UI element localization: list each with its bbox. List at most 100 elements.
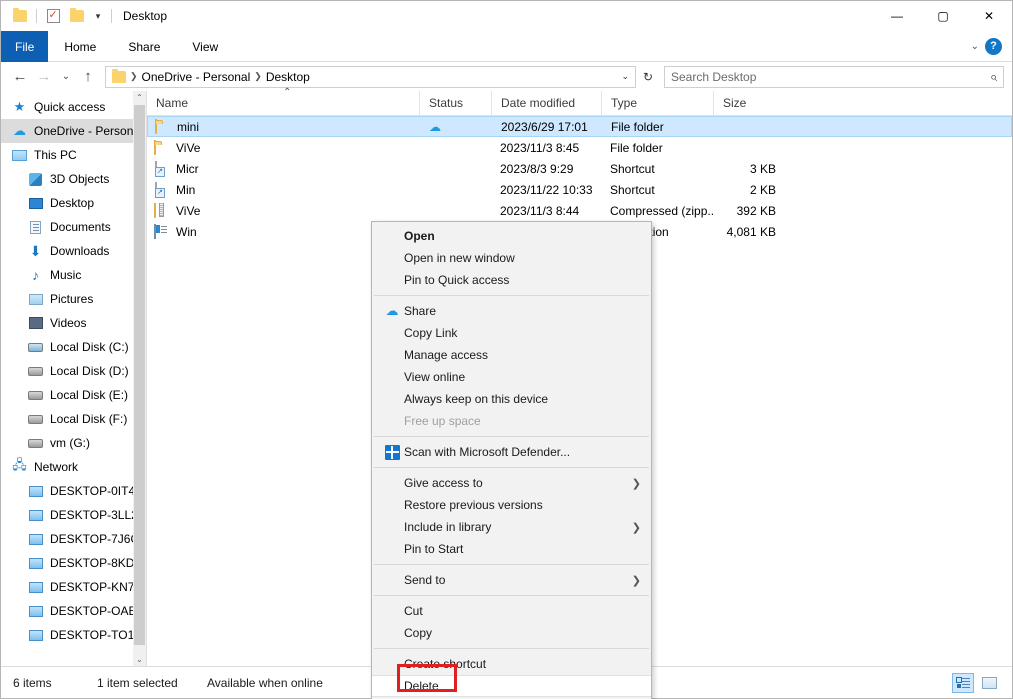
sidebar-item-network[interactable]: 🖧 Network (1, 455, 146, 479)
sidebar-item-desktop-oae8o[interactable]: DESKTOP-OAE8O (1, 599, 146, 623)
context-menu[interactable]: Open Open in new window Pin to Quick acces… (371, 221, 652, 699)
tiles-view-button[interactable] (978, 673, 1000, 693)
documents-icon (27, 219, 44, 235)
menu-item-scan-with-microsoft-defender[interactable]: Scan with Microsoft Defender... (372, 441, 651, 463)
breadcrumb-separator-2[interactable]: ❯ (254, 71, 262, 82)
recent-locations-button[interactable]: ⌄ (57, 66, 75, 88)
column-header-type[interactable]: Type (601, 90, 713, 116)
sidebar-item-desktop-8kdd9[interactable]: DESKTOP-8KDD9 (1, 551, 146, 575)
tiles-view-icon (981, 676, 997, 689)
cell-size: 4,081 KB (726, 224, 776, 239)
breadcrumb-item-desktop[interactable]: Desktop (266, 70, 310, 84)
tab-share[interactable]: Share (112, 31, 176, 62)
search-icon[interactable]: ⌕ (990, 69, 997, 85)
column-header-size[interactable]: Size (713, 90, 788, 116)
sidebar-item-documents[interactable]: Documents (1, 215, 146, 239)
up-button[interactable]: ↑ (77, 66, 99, 88)
sidebar-item-downloads[interactable]: ⬇ Downloads (1, 239, 146, 263)
chevron-down-icon[interactable]: ⌄ (971, 41, 979, 52)
scroll-down-icon[interactable]: ⌄ (133, 653, 146, 666)
tab-file[interactable]: File (1, 31, 49, 62)
table-row[interactable]: Min 2023/11/22 10:33 Shortcut 2 KB (147, 179, 1012, 200)
menu-item-include-in-library[interactable]: Include in library ❯ (372, 516, 651, 538)
menu-item-view-online[interactable]: View online (372, 366, 651, 388)
column-header-name[interactable]: Name ⌃ (147, 87, 419, 116)
menu-item-copy-link[interactable]: Copy Link (372, 322, 651, 344)
forward-button[interactable]: → (33, 66, 55, 88)
menu-item-pin-to-quick-access[interactable]: Pin to Quick access (372, 269, 651, 291)
desktop-icon (27, 195, 44, 211)
tab-home[interactable]: Home (48, 31, 112, 62)
search-box[interactable]: ⌕ (664, 65, 1004, 88)
menu-item-pin-to-start[interactable]: Pin to Start (372, 538, 651, 560)
sidebar-item-pictures[interactable]: Pictures (1, 287, 146, 311)
breadcrumb[interactable]: ❯ OneDrive - Personal ❯ Desktop ⌄ (105, 65, 636, 88)
sidebar-item-desktop[interactable]: Desktop (1, 191, 146, 215)
menu-item-delete[interactable]: Delete (372, 675, 651, 697)
menu-item-always-keep-on-this-device[interactable]: Always keep on this device (372, 388, 651, 410)
sidebar-item-desktop-0it4cf[interactable]: DESKTOP-0IT4CF (1, 479, 146, 503)
sidebar-item-label: Pictures (50, 292, 94, 306)
menu-item-send-to[interactable]: Send to ❯ (372, 569, 651, 591)
sidebar-item-videos[interactable]: Videos (1, 311, 146, 335)
sidebar-item-desktop-kn7pn[interactable]: DESKTOP-KN7PN (1, 575, 146, 599)
back-button[interactable]: ← (9, 66, 31, 88)
menu-item-share[interactable]: ☁ Share (372, 300, 651, 322)
sidebar-item-local-disk-d[interactable]: Local Disk (D:) (1, 359, 146, 383)
scroll-up-icon[interactable]: ⌃ (133, 91, 146, 104)
column-header-date-modified[interactable]: Date modified (491, 90, 601, 116)
sidebar-item-desktop-7j6od[interactable]: DESKTOP-7J6OD (1, 527, 146, 551)
sidebar-item-label: DESKTOP-KN7PN (50, 580, 146, 594)
menu-item-manage-access[interactable]: Manage access (372, 344, 651, 366)
menu-item-give-access-to[interactable]: Give access to ❯ (372, 472, 651, 494)
menu-item-restore-previous-versions[interactable]: Restore previous versions (372, 494, 651, 516)
new-folder-icon[interactable] (66, 5, 88, 27)
file-name: ViVe (176, 203, 201, 218)
breadcrumb-dropdown-icon[interactable]: ⌄ (615, 71, 629, 82)
close-button[interactable]: ✕ (966, 1, 1012, 31)
menu-item-create-shortcut[interactable]: Create shortcut (372, 653, 651, 675)
breadcrumb-separator-1[interactable]: ❯ (130, 71, 138, 82)
sidebar-item-local-disk-c[interactable]: Local Disk (C:) (1, 335, 146, 359)
menu-item-label: Include in library (404, 520, 492, 534)
scrollbar-thumb[interactable] (134, 105, 145, 645)
column-header-status[interactable]: Status (419, 90, 491, 116)
sidebar-item-3d-objects[interactable]: 3D Objects (1, 167, 146, 191)
customize-caret-icon[interactable]: ▾ (90, 5, 106, 27)
network-icon: 🖧 (12, 457, 27, 472)
sidebar-item-local-disk-f[interactable]: Local Disk (F:) (1, 407, 146, 431)
sidebar-item-music[interactable]: ♪ Music (1, 263, 146, 287)
pictures-icon (27, 291, 44, 307)
sidebar-item-vm-g[interactable]: vm (G:) (1, 431, 146, 455)
tab-view[interactable]: View (176, 31, 234, 62)
sidebar-item-local-disk-e[interactable]: Local Disk (E:) (1, 383, 146, 407)
menu-item-copy[interactable]: Copy (372, 622, 651, 644)
sidebar-item-this-pc[interactable]: This PC (1, 143, 146, 167)
details-view-button[interactable] (952, 672, 974, 693)
navigation-scrollbar[interactable]: ⌃ ⌄ (133, 91, 146, 666)
refresh-button[interactable]: ↻ (638, 70, 658, 84)
table-row[interactable]: ViVe 2023/11/3 8:44 Compressed (zipp... 392… (147, 200, 1012, 221)
menu-item-open-in-new-window[interactable]: Open in new window (372, 247, 651, 269)
ribbon-right-controls: ⌄ ? (971, 31, 1012, 61)
sidebar-item-label: DESKTOP-OAE8O (50, 604, 146, 618)
sidebar-item-onedrive-personal[interactable]: ☁ OneDrive - Personal (1, 119, 146, 143)
3d-objects-icon (27, 171, 44, 187)
sidebar-item-desktop-3ll2h[interactable]: DESKTOP-3LL2H (1, 503, 146, 527)
table-row[interactable]: mini ☁ 2023/6/29 17:01 File folder (147, 116, 1012, 137)
sidebar-item-quick-access[interactable]: ★ Quick access (1, 95, 146, 119)
table-row[interactable]: Micr 2023/8/3 9:29 Shortcut 3 KB (147, 158, 1012, 179)
maximize-button[interactable]: ▢ (920, 1, 966, 31)
search-input[interactable] (671, 69, 990, 84)
menu-item-cut[interactable]: Cut (372, 600, 651, 622)
sidebar-item-desktop-to1o[interactable]: DESKTOP-TO1O (1, 623, 146, 647)
help-icon[interactable]: ? (985, 37, 1002, 55)
minimize-button[interactable]: — (874, 1, 920, 31)
folder-icon[interactable] (9, 5, 31, 27)
properties-icon[interactable] (42, 5, 64, 27)
menu-item-open[interactable]: Open (372, 225, 651, 247)
table-row[interactable]: ViVe 2023/11/3 8:45 File folder (147, 137, 1012, 158)
drive-icon (27, 387, 44, 403)
videos-icon (27, 315, 44, 331)
breadcrumb-item-onedrive[interactable]: OneDrive - Personal (142, 70, 251, 84)
